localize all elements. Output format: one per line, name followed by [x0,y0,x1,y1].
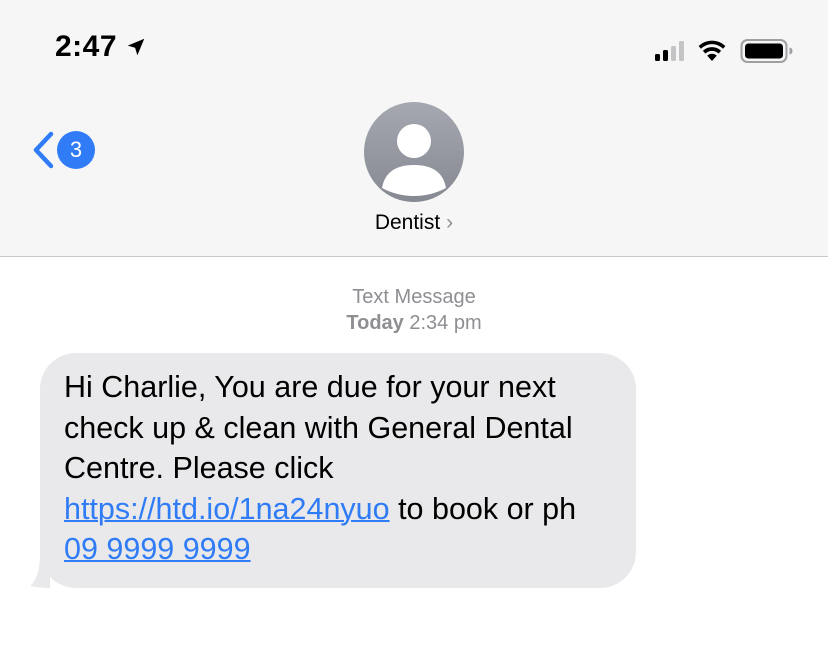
conversation-header: 2:47 3 Dentist › [0,0,828,257]
contact-name-button[interactable]: Dentist › [0,211,828,235]
status-time-text: 2:47 [55,30,118,63]
chevron-left-icon [33,131,54,169]
location-arrow-icon [127,38,145,56]
person-silhouette-icon [382,124,446,196]
messages-screen: 2:47 3 Dentist › Text Message Today 2:34… [0,0,828,646]
message-bubble[interactable]: Hi Charlie, You are due for your next ch… [40,353,636,588]
message-timestamp: Text Message Today 2:34 pm [0,284,828,336]
unread-count-badge: 3 [57,131,95,169]
message-link[interactable]: https://htd.io/1na24nyuo [64,492,390,526]
wifi-icon [698,40,726,61]
message-text-part: Hi Charlie, You are due for your next ch… [64,370,573,485]
chevron-right-icon: › [446,211,454,234]
message-type-label: Text Message [352,286,476,308]
status-icons [655,38,794,64]
contact-name-text: Dentist [374,211,441,234]
status-bar-time: 2:47 [55,30,147,64]
battery-icon [740,39,793,63]
message-time: 2:34 pm [409,312,482,334]
cellular-signal-icon [655,41,684,61]
contact-avatar[interactable] [364,102,464,202]
message-day: Today [346,312,404,334]
back-button[interactable]: 3 [30,130,95,170]
incoming-message: Hi Charlie, You are due for your next ch… [30,353,636,588]
message-text-part: to book or ph [389,491,577,526]
message-datetime: Today 2:34 pm [0,310,828,336]
unread-count-text: 3 [69,137,83,162]
phone-number-link[interactable]: 09 9999 9999 [64,532,251,566]
